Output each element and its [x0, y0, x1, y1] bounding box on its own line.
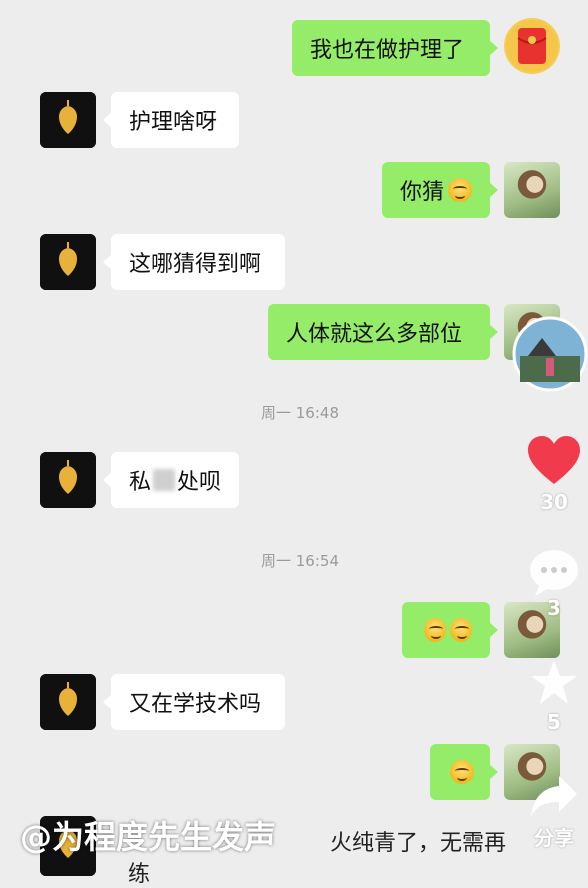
- message-text: 你猜: [400, 180, 445, 205]
- creator-avatar-image: [512, 316, 588, 392]
- message-bubble[interactable]: 人体就这么多部位: [268, 304, 498, 360]
- timestamp: 周一 16:54: [261, 552, 339, 570]
- contact-avatar[interactable]: [40, 92, 96, 148]
- message-text: 这哪猜得到啊: [129, 252, 262, 277]
- user-avatar[interactable]: [504, 162, 560, 218]
- message-text-before: 私: [129, 470, 152, 495]
- message-bubble[interactable]: 又在学技术吗: [103, 674, 285, 730]
- message-bubble[interactable]: 我也在做护理了: [292, 20, 498, 76]
- comment-icon: [530, 550, 578, 596]
- author-watermark: @为程度先生发声: [20, 818, 277, 856]
- leaf-icon: [40, 452, 96, 508]
- like-button[interactable]: 30: [514, 436, 588, 514]
- smile-emoji-icon: [450, 618, 472, 642]
- share-arrow-icon: [531, 776, 577, 816]
- share-label: 分享: [534, 826, 574, 850]
- message-text: 人体就这么多部位: [286, 322, 463, 347]
- timestamp: 周一 16:48: [261, 404, 339, 422]
- caption-line-1: 火纯青了，无需再: [330, 831, 507, 856]
- leaf-icon: [40, 234, 96, 290]
- favorite-button[interactable]: 5: [514, 658, 588, 734]
- heart-icon: [528, 436, 580, 484]
- smile-emoji-icon: [424, 618, 446, 642]
- message-text: 我也在做护理了: [310, 38, 465, 63]
- favorite-count: 5: [547, 710, 561, 734]
- red-packet-avatar[interactable]: [504, 18, 560, 74]
- smile-emoji-icon: [448, 178, 472, 202]
- leaf-icon: [40, 674, 96, 730]
- creator-avatar[interactable]: [512, 316, 588, 392]
- comment-button[interactable]: 3: [514, 548, 588, 620]
- censor-blur: [153, 469, 175, 491]
- leaf-icon: [40, 92, 96, 148]
- contact-avatar[interactable]: [40, 452, 96, 508]
- comment-count: 3: [547, 596, 561, 620]
- contact-avatar[interactable]: [40, 674, 96, 730]
- message-bubble[interactable]: 私 处呗: [103, 452, 239, 508]
- share-button[interactable]: 分享: [514, 772, 588, 851]
- red-envelope-icon: [506, 20, 558, 72]
- message-text: 护理啥呀: [129, 110, 218, 135]
- message-bubble[interactable]: [402, 602, 498, 658]
- message-bubble[interactable]: [430, 744, 498, 800]
- message-bubble[interactable]: 你猜: [382, 162, 498, 218]
- chat-area: 我也在做护理了 护理啥呀 你猜 这哪猜得到啊 人体就这么多部位 周一 16:48…: [0, 0, 588, 887]
- laugh-emoji-icon: [450, 760, 474, 784]
- star-icon: [531, 660, 577, 704]
- caption-line-2: 练: [128, 862, 151, 887]
- message-bubble[interactable]: 这哪猜得到啊: [103, 234, 285, 290]
- message-text: 又在学技术吗: [129, 692, 262, 717]
- like-count: 30: [540, 490, 568, 514]
- message-text-after: 处呗: [176, 470, 221, 495]
- message-bubble[interactable]: 护理啥呀: [103, 92, 239, 148]
- contact-avatar[interactable]: [40, 234, 96, 290]
